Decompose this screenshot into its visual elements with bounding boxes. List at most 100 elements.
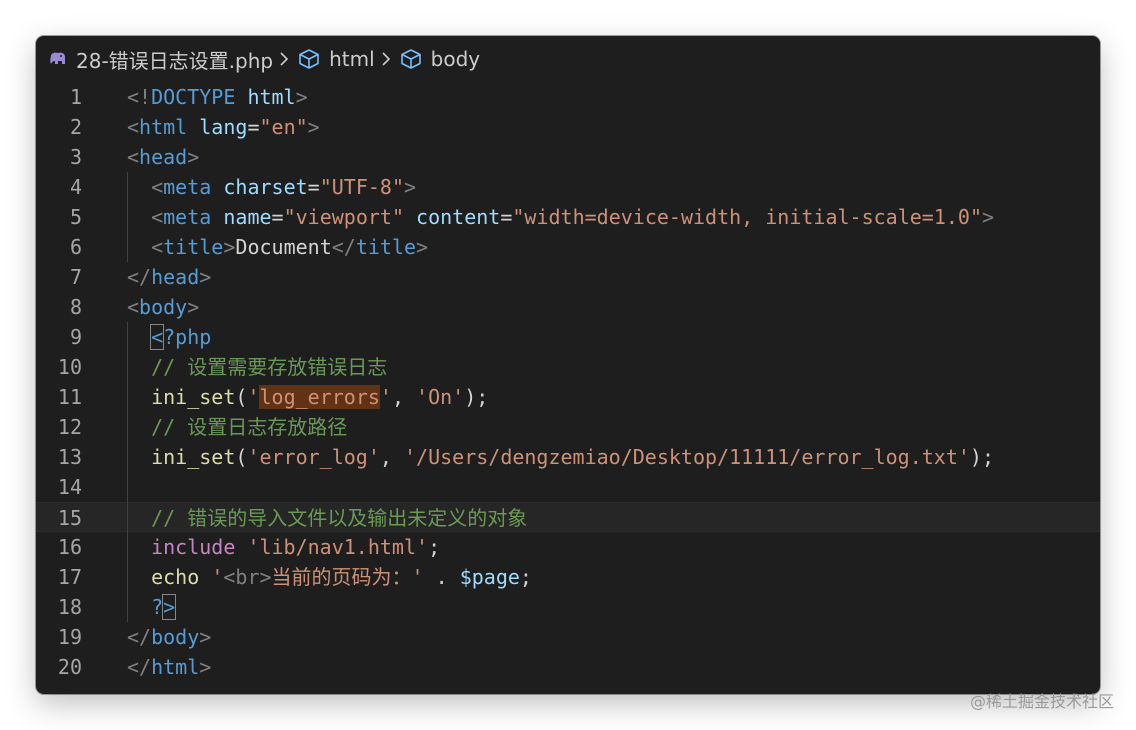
code-line[interactable]: 9 <?php <box>36 322 1100 352</box>
code-token: 'error_log' <box>247 445 380 469</box>
code-token: </ <box>127 265 152 289</box>
selection-highlight: log_errors <box>259 385 380 409</box>
code-text: ini_set('log_errors', 'On'); <box>127 382 488 412</box>
code-token: = <box>247 115 260 139</box>
code-text: <meta name="viewport" content="width=dev… <box>127 202 994 232</box>
code-token: < <box>127 115 140 139</box>
code-line[interactable]: 1 <!DOCTYPE html> <box>36 82 1100 112</box>
code-text: </head> <box>127 262 211 292</box>
code-text: <html lang="en"> <box>127 112 320 142</box>
code-line[interactable]: 2 <html lang="en"> <box>36 112 1100 142</box>
code-token: 'lib/nav1.html' <box>247 535 429 559</box>
code-text: // 设置日志存放路径 <box>127 412 347 442</box>
code-token: head <box>151 265 200 289</box>
breadcrumb-item-html[interactable]: html <box>297 47 375 71</box>
code-token: </ <box>127 625 152 649</box>
code-token: content <box>416 205 501 229</box>
code-line[interactable]: 11 ini_set('log_errors', 'On'); <box>36 382 1100 412</box>
code-token: title <box>355 235 417 259</box>
code-line[interactable]: 10 // 设置需要存放错误日志 <box>36 352 1100 382</box>
code-line[interactable]: 17 echo '<br>当前的页码为：' . $page; <box>36 562 1100 592</box>
code-line[interactable]: 4 <meta charset="UTF-8"> <box>36 172 1100 202</box>
code-text: echo '<br>当前的页码为：' . $page; <box>127 562 532 592</box>
code-token: html <box>247 85 296 109</box>
code-token: , <box>391 385 417 409</box>
breadcrumb-item-body[interactable]: body <box>399 47 480 71</box>
code-token: lang <box>199 115 248 139</box>
line-number: 9 <box>69 325 82 349</box>
code-token: </ <box>331 235 356 259</box>
code-token: // 设置日志存放路径 <box>151 415 348 439</box>
code-token: <! <box>127 85 152 109</box>
code-token: ( <box>235 385 248 409</box>
code-line[interactable]: 15 // 错误的导入文件以及输出未定义的对象 <box>36 502 1100 532</box>
code-editor[interactable]: 1 <!DOCTYPE html> 2 <html lang="en"> 3 <head>… <box>36 82 1100 694</box>
code-token: < <box>151 175 164 199</box>
watermark: @稀土掘金技术社区 <box>969 692 1114 711</box>
code-line[interactable]: 16 include 'lib/nav1.html'; <box>36 532 1100 562</box>
line-number: 14 <box>57 475 82 499</box>
code-line[interactable]: 14 <box>36 472 1100 502</box>
code-token: ; <box>428 535 441 559</box>
code-token: meta <box>163 205 212 229</box>
code-line[interactable]: 19 </body> <box>36 622 1100 652</box>
code-text: // 设置需要存放错误日志 <box>127 352 387 382</box>
code-token: < <box>151 205 164 229</box>
line-number: 11 <box>57 385 82 409</box>
line-number: 3 <box>69 145 82 169</box>
breadcrumb-file[interactable]: 28-错误日志设置.php <box>48 45 273 74</box>
chevron-right-icon <box>381 51 391 67</box>
code-token: > <box>295 85 308 109</box>
code-token: <br> <box>223 565 272 589</box>
code-line[interactable]: 5 <meta name="viewport" content="width=d… <box>36 202 1100 232</box>
code-token: $page <box>459 565 520 589</box>
code-token: ); <box>464 385 489 409</box>
code-text: <?php <box>127 322 211 352</box>
code-line[interactable]: 18 ?> <box>36 592 1100 622</box>
code-token: '/Users/dengzemiao/Desktop/11111/error_l… <box>403 445 970 469</box>
code-token: > <box>199 655 212 679</box>
indent-guide <box>127 322 128 622</box>
code-token: echo <box>151 565 200 589</box>
line-number: 12 <box>57 415 82 439</box>
breadcrumb-html-label: html <box>329 47 375 71</box>
code-line[interactable]: 12 // 设置日志存放路径 <box>36 412 1100 442</box>
code-line[interactable]: 20 </html> <box>36 652 1100 682</box>
code-token: body <box>151 625 200 649</box>
code-token: "viewport" <box>283 205 404 229</box>
code-token: name <box>223 205 272 229</box>
code-text: </html> <box>127 652 211 682</box>
line-number: 1 <box>69 85 82 109</box>
code-text: ?> <box>127 592 177 622</box>
line-number: 17 <box>57 565 82 589</box>
code-text: <!DOCTYPE html> <box>127 82 308 112</box>
code-token: 'On' <box>416 385 465 409</box>
code-line[interactable]: 3 <head> <box>36 142 1100 172</box>
code-text: <head> <box>127 142 199 172</box>
bracket-match: > <box>162 594 177 620</box>
line-number: 5 <box>69 205 82 229</box>
code-line[interactable]: 8 <body> <box>36 292 1100 322</box>
code-line[interactable]: 6 <title>Document</title> <box>36 232 1100 262</box>
code-token: "en" <box>259 115 308 139</box>
code-token: // 错误的导入文件以及输出未定义的对象 <box>151 506 528 530</box>
line-number: 8 <box>69 295 82 319</box>
code-line[interactable]: 7 </head> <box>36 262 1100 292</box>
code-text: </body> <box>127 622 211 652</box>
code-token: > <box>187 295 200 319</box>
code-line[interactable]: 13 ini_set('error_log', '/Users/dengzemi… <box>36 442 1100 472</box>
